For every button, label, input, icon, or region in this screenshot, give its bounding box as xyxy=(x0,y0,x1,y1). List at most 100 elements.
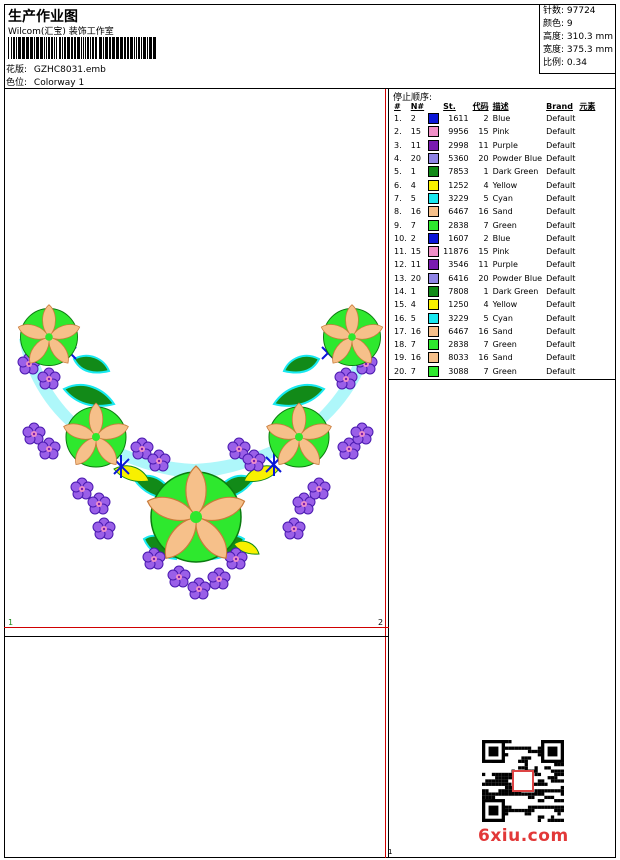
stitch-count: 针数: 97724 xyxy=(543,6,596,16)
row-description: Sand xyxy=(492,353,513,363)
row-swatch xyxy=(426,285,441,298)
row-stitches: 1607 xyxy=(448,233,469,243)
row-stitches: 3088 xyxy=(448,366,469,376)
row-swatch xyxy=(426,311,441,324)
row-swatch xyxy=(426,165,441,178)
color-swatch xyxy=(428,126,440,138)
color-swatch xyxy=(428,153,440,165)
row-needle: 16 xyxy=(410,207,421,217)
row-stitches: 9956 xyxy=(448,127,469,137)
row-needle: 1 xyxy=(410,287,416,296)
row-swatch xyxy=(426,365,441,378)
col-index: # xyxy=(394,101,401,111)
row-description: Purple xyxy=(492,260,518,270)
row-index: 11. xyxy=(394,247,407,257)
row-element xyxy=(577,298,597,311)
row-needle: 15 xyxy=(410,247,421,257)
row-code: 11 xyxy=(478,260,489,270)
table-row: 11. 15 11876 15 Pink Default xyxy=(392,245,597,258)
row-brand: Default xyxy=(546,313,576,323)
row-element xyxy=(577,338,597,351)
row-needle: 16 xyxy=(410,353,421,363)
color-count: 颜色: 9 xyxy=(543,19,573,29)
row-index: 19. xyxy=(394,353,407,363)
col-brand: Brand xyxy=(546,101,573,111)
row-swatch xyxy=(426,218,441,231)
col-needle: N# xyxy=(410,101,425,111)
row-element xyxy=(577,205,597,218)
row-brand: Default xyxy=(546,167,576,177)
row-index: 2. xyxy=(394,127,402,137)
row-needle: 20 xyxy=(410,154,421,164)
page-title: 生产作业图 xyxy=(8,9,78,25)
row-needle: 7 xyxy=(410,220,416,230)
row-stitches: 11876 xyxy=(443,247,469,257)
row-code: 2 xyxy=(483,114,489,124)
color-swatch xyxy=(428,166,440,178)
row-code: 7 xyxy=(483,366,489,376)
colorway-label: 色位: xyxy=(6,78,28,88)
col-stitches: St. xyxy=(443,101,456,111)
row-brand: Default xyxy=(546,114,576,124)
table-row: 14. 1 7808 1 Dark Green Default xyxy=(392,285,597,298)
row-element xyxy=(577,272,597,285)
row-brand: Default xyxy=(546,326,576,336)
row-description: Purple xyxy=(492,140,518,150)
design-scale: 比例: 0.34 xyxy=(543,58,587,68)
row-element xyxy=(577,192,597,205)
row-index: 15. xyxy=(394,300,407,310)
row-brand: Default xyxy=(546,193,576,203)
color-swatch xyxy=(428,259,440,271)
row-brand: Default xyxy=(546,220,576,230)
row-description: Yellow xyxy=(492,180,518,190)
row-description: Green xyxy=(492,340,517,350)
row-index: 3. xyxy=(394,140,402,150)
row-brand: Default xyxy=(546,366,576,376)
table-row: 2. 15 9956 15 Pink Default xyxy=(392,125,597,138)
row-index: 7. xyxy=(394,193,402,203)
row-index: 4. xyxy=(394,154,402,164)
row-code: 1 xyxy=(483,287,489,296)
row-description: Powder Blue xyxy=(492,273,543,283)
stats-box: 针数: 97724 颜色: 9 高度: 310.3 mm 宽度: 375.3 m… xyxy=(539,4,616,74)
row-stitches: 3229 xyxy=(448,193,469,203)
row-code: 7 xyxy=(483,220,489,230)
stop-sequence-table: # N# St. 代码 描述 Brand 元素 1. 2 1611 2 Blue Defa… xyxy=(392,100,597,378)
row-index: 8. xyxy=(394,207,402,217)
row-stitches: 3546 xyxy=(448,260,469,270)
color-swatch xyxy=(428,286,440,297)
table-row: 1. 2 1611 2 Blue Default xyxy=(392,112,597,125)
row-element xyxy=(577,112,597,125)
row-index: 16. xyxy=(394,313,407,323)
row-code: 5 xyxy=(483,193,489,203)
row-index: 6. xyxy=(394,180,402,190)
col-code: 代码 xyxy=(472,101,489,111)
row-stitches: 5360 xyxy=(448,154,469,164)
row-description: Green xyxy=(492,220,517,230)
row-code: 16 xyxy=(478,326,489,336)
row-element xyxy=(577,218,597,231)
row-code: 15 xyxy=(478,127,489,137)
color-swatch xyxy=(428,325,440,337)
table-row: 5. 1 7853 1 Dark Green Default xyxy=(392,165,597,178)
row-swatch xyxy=(426,351,441,364)
design-value: GZHC8031.emb xyxy=(33,65,106,75)
row-index: 14. xyxy=(394,287,407,296)
row-stitches: 7808 xyxy=(448,287,469,296)
row-code: 11 xyxy=(478,140,489,150)
row-description: Cyan xyxy=(492,313,513,323)
row-swatch xyxy=(426,245,441,258)
row-needle: 4 xyxy=(410,180,416,190)
row-swatch xyxy=(426,258,441,271)
row-needle: 4 xyxy=(410,300,416,310)
watermark: 6xiu.com xyxy=(478,826,569,846)
design-preview xyxy=(4,89,389,858)
row-description: Powder Blue xyxy=(492,154,543,164)
row-needle: 2 xyxy=(410,114,416,124)
guide-marker-bottom: 1 xyxy=(388,848,393,856)
row-index: 17. xyxy=(394,326,407,336)
row-description: Pink xyxy=(492,127,510,137)
row-index: 10. xyxy=(394,233,407,243)
row-element xyxy=(577,152,597,165)
vertical-guide xyxy=(385,89,386,858)
